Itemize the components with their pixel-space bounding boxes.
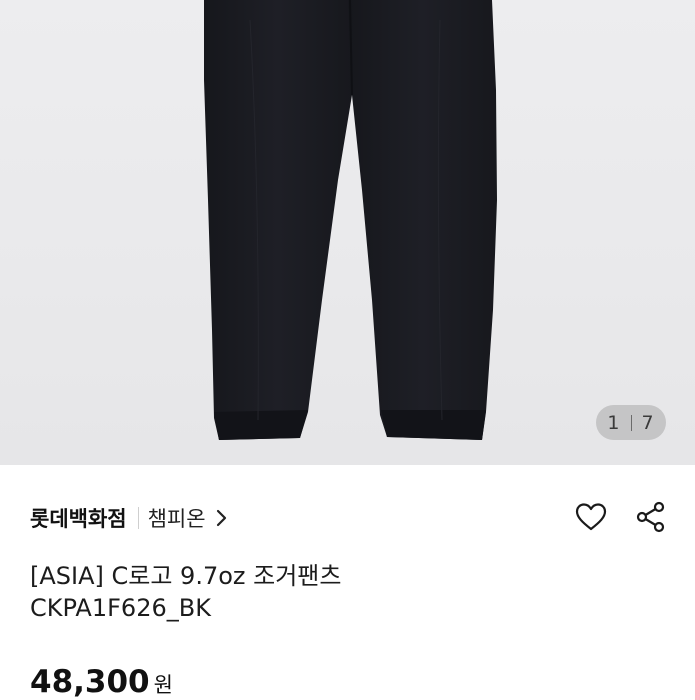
brand-link[interactable]: 챔피온 bbox=[148, 503, 206, 533]
total-image-count: 7 bbox=[641, 411, 655, 434]
counter-divider bbox=[630, 414, 632, 431]
heart-icon[interactable] bbox=[575, 500, 607, 534]
jogger-pants-image bbox=[204, 0, 497, 440]
seller-brand-row: 롯데백화점 챔피온 bbox=[30, 502, 228, 534]
store-name[interactable]: 롯데백화점 bbox=[30, 503, 127, 533]
chevron-right-icon[interactable] bbox=[216, 509, 228, 527]
image-counter: 1 7 bbox=[596, 405, 666, 440]
brand-divider bbox=[137, 507, 139, 529]
product-title-line1: [ASIA] C로고 9.7oz 조거팬츠 bbox=[30, 562, 342, 590]
product-model-code: CKPA1F626_BK bbox=[30, 594, 211, 622]
share-icon[interactable] bbox=[635, 500, 667, 534]
product-title: [ASIA] C로고 9.7oz 조거팬츠 CKPA1F626_BK bbox=[30, 560, 650, 624]
product-image-gallery[interactable]: 1 7 bbox=[0, 0, 695, 465]
current-image-index: 1 bbox=[607, 411, 621, 434]
action-icons bbox=[575, 500, 667, 534]
